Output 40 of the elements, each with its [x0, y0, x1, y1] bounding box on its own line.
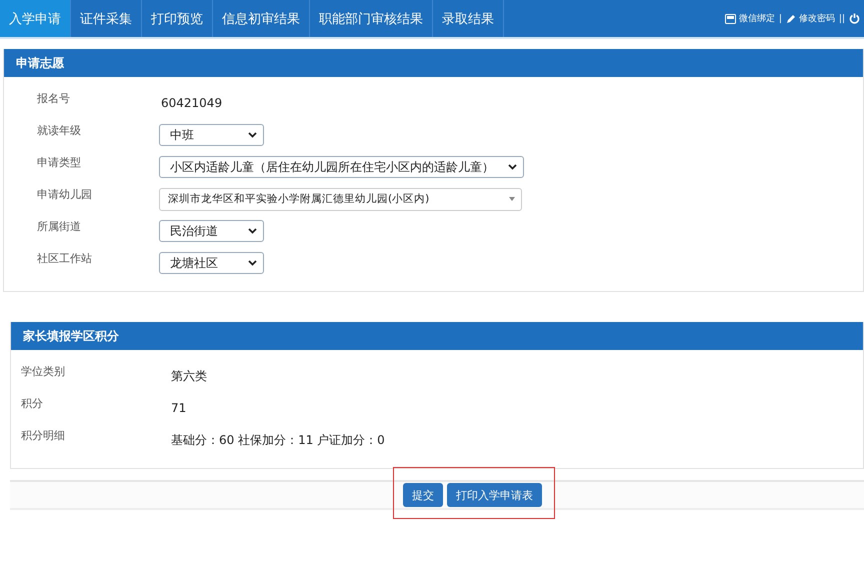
field-label: 学位类别: [20, 364, 66, 379]
dropdown[interactable]: 小区内适龄儿童（居住在幼儿园所在住宅小区内的适龄儿童）: [159, 156, 524, 178]
combo-box[interactable]: 深圳市龙华区和平实验小学附属汇德里幼儿园(小区内): [159, 188, 522, 210]
field-value: 第六类: [170, 368, 207, 384]
dropdown[interactable]: 龙塘社区: [159, 252, 264, 274]
power-icon[interactable]: [849, 13, 860, 24]
dropdown[interactable]: 民治街道: [159, 220, 264, 242]
separator: |: [778, 14, 782, 24]
chevron-down-icon: [248, 132, 257, 138]
field-label: 所属街道: [36, 219, 82, 234]
nav-tab[interactable]: 职能部门审核结果: [310, 0, 433, 37]
change-password-link[interactable]: 修改密码: [798, 12, 835, 25]
chevron-down-icon: [248, 228, 257, 234]
wechat-bind-link[interactable]: 微信绑定: [738, 12, 775, 25]
nav-tab[interactable]: 证件采集: [71, 0, 142, 37]
field-label: 积分明细: [20, 428, 66, 443]
dropdown[interactable]: 中班: [159, 124, 264, 146]
window-icon: [724, 14, 736, 24]
field-value: 基础分：60 社保加分：11 户证加分：0: [170, 432, 385, 448]
chevron-down-icon: [508, 164, 517, 170]
field-label: 申请类型: [36, 155, 82, 170]
field-value: 60421049: [160, 96, 222, 110]
field-label: 积分: [20, 396, 44, 411]
caret-icon: [509, 197, 516, 201]
panel-title: 申请志愿: [16, 54, 64, 72]
separator: ||: [838, 14, 845, 24]
action-button[interactable]: 打印入学申请表: [447, 483, 542, 507]
action-button[interactable]: 提交: [403, 483, 443, 507]
nav-tab[interactable]: 录取结果: [433, 0, 504, 37]
chevron-down-icon: [248, 260, 257, 266]
field-label: 社区工作站: [36, 251, 93, 266]
nav-tab[interactable]: 信息初审结果: [213, 0, 310, 37]
field-value: 71: [170, 401, 186, 415]
nav-tab[interactable]: 打印预览: [142, 0, 213, 37]
pencil-icon: [786, 14, 796, 24]
panel-title: 家长填报学区积分: [23, 328, 119, 344]
field-label: 申请幼儿园: [36, 187, 93, 202]
field-label: 就读年级: [36, 123, 82, 138]
field-label: 报名号: [36, 91, 71, 106]
nav-tab[interactable]: 入学申请: [0, 0, 71, 37]
